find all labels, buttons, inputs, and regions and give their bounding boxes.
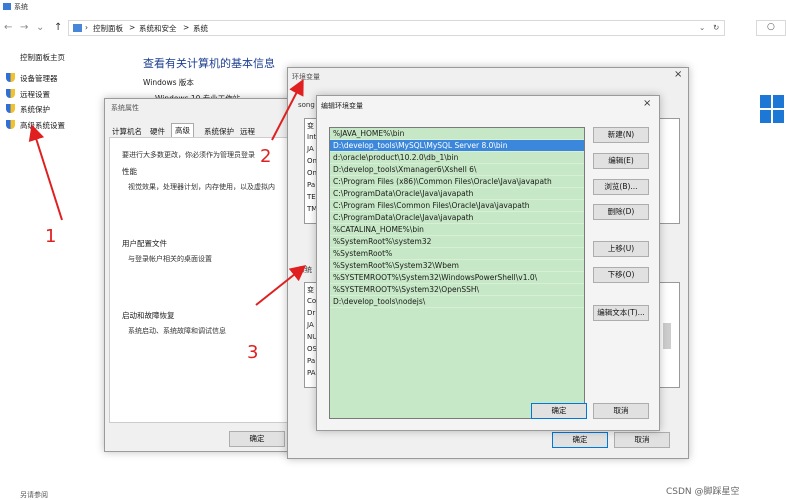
annotation-number-3: 3 [247,342,259,363]
arrow-3 [255,265,307,306]
watermark: CSDN @脚踩星空 [666,487,740,497]
arrow-1 [28,124,63,221]
annotation-number-2: 2 [260,146,272,167]
annotation-number-1: 1 [45,226,57,247]
arrow-2 [271,78,304,141]
annotation-arrows [28,78,307,306]
